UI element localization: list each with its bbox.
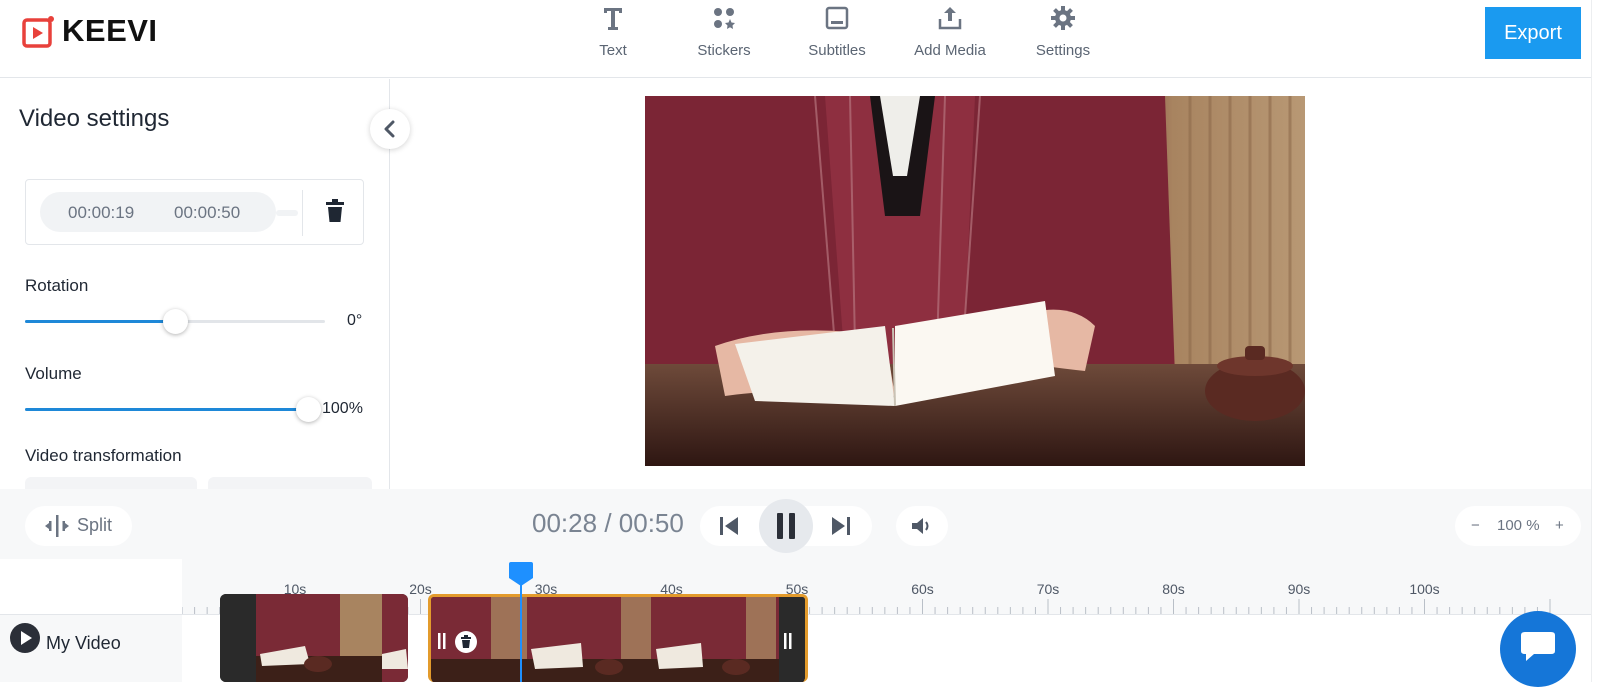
trim-start-time[interactable]: 00:00:19 <box>68 203 134 223</box>
ruler-tick-label: 60s <box>911 581 934 597</box>
video-frame-image <box>645 96 1305 466</box>
chevron-left-icon <box>384 120 395 138</box>
tool-text[interactable]: Text <box>563 4 663 64</box>
top-bar: KEEVI Text Stickers Subtitles Add Media <box>0 0 1600 78</box>
chat-support-button[interactable] <box>1500 611 1576 687</box>
time-separator: / <box>604 508 612 538</box>
total-time: 00:50 <box>618 508 684 538</box>
ruler-tick-label: 100s <box>1409 581 1440 597</box>
gear-icon <box>1051 6 1075 30</box>
upload-icon <box>938 7 962 30</box>
zoom-in-button[interactable]: + <box>1555 517 1564 534</box>
zoom-out-button[interactable]: − <box>1471 517 1480 534</box>
keevi-logo-icon <box>22 16 54 48</box>
rotation-value: 0° <box>347 312 363 329</box>
panel-title: Video settings <box>19 105 170 132</box>
clip-delete-icon[interactable] <box>454 630 478 654</box>
video-transformation-label: Video transformation <box>25 446 182 465</box>
current-time: 00:28 <box>532 508 598 538</box>
trim-end-time[interactable]: 00:00:50 <box>174 203 240 223</box>
split-label: Split <box>77 515 113 535</box>
volume-slider-fill <box>25 408 308 411</box>
trim-range-pill[interactable]: 00:00:19 00:00:50 <box>40 192 276 232</box>
tool-settings-label: Settings <box>1035 42 1091 59</box>
transformation-option[interactable] <box>208 477 372 489</box>
video-preview[interactable] <box>645 96 1305 466</box>
tool-subtitles-label: Subtitles <box>808 42 866 59</box>
pause-button[interactable] <box>759 499 813 553</box>
tool-text-label: Text <box>599 42 627 59</box>
tool-subtitles[interactable]: Subtitles <box>787 4 887 64</box>
text-icon <box>604 8 622 30</box>
tool-add-media-label: Add Media <box>914 42 986 59</box>
track-name: My Video <box>46 633 121 653</box>
stickers-icon <box>714 8 735 29</box>
video-settings-panel: Video settings 00:00:19 00:00:50 Rotatio… <box>0 79 390 489</box>
selected-video-clip[interactable] <box>428 594 808 682</box>
volume-slider[interactable] <box>25 397 321 422</box>
tool-stickers[interactable]: Stickers <box>674 4 774 64</box>
collapse-panel-button[interactable] <box>370 109 410 149</box>
trim-range-box: 00:00:19 00:00:50 <box>25 179 364 245</box>
tool-add-media[interactable]: Add Media <box>900 4 1000 64</box>
clip-end-handle-icon[interactable] <box>783 631 793 651</box>
timeline: 10s 20s 30s 40s 50s 60s 70s 80s 90s 100s My Video <box>0 559 1600 682</box>
rotation-slider-fill <box>25 320 175 323</box>
video-clip[interactable] <box>220 594 408 682</box>
track-header: My Video <box>0 614 182 682</box>
volume-slider-thumb[interactable] <box>296 397 321 422</box>
subtitles-icon <box>825 6 849 30</box>
transformation-option[interactable] <box>25 477 197 489</box>
rotation-slider[interactable] <box>25 309 325 334</box>
trim-divider <box>302 190 303 236</box>
volume-value: 100% <box>322 400 363 417</box>
ruler-tick-label: 70s <box>1036 581 1060 597</box>
tool-settings[interactable]: Settings <box>1013 4 1113 64</box>
skip-forward-icon[interactable] <box>830 515 852 537</box>
playback-timecode: 00:28 / 00:50 <box>532 508 684 539</box>
ruler-tick-label: 90s <box>1287 581 1311 597</box>
export-button[interactable]: Export <box>1485 7 1581 59</box>
speaker-icon <box>912 518 929 534</box>
pause-icon <box>777 513 795 539</box>
playhead-handle[interactable] <box>508 562 534 586</box>
zoom-control: − 100 % + <box>1455 506 1581 546</box>
trash-icon[interactable] <box>322 198 348 226</box>
volume-label: Volume <box>25 364 82 383</box>
ruler-tick-label: 20s <box>409 581 432 597</box>
page-scrollbar[interactable] <box>1591 0 1600 682</box>
zoom-value: 100 % <box>1497 517 1540 534</box>
rotation-slider-thumb[interactable] <box>163 309 188 334</box>
chat-bubble-icon <box>1521 632 1555 661</box>
play-icon <box>21 631 32 645</box>
split-icon <box>45 515 69 537</box>
skip-back-icon[interactable] <box>718 515 740 537</box>
trim-pill-tail <box>276 210 298 216</box>
playback-controls-bar: Split 00:28 / 00:50 − 100 % + <box>0 489 1600 559</box>
rotation-label: Rotation <box>25 276 89 295</box>
mute-button[interactable] <box>896 506 948 546</box>
brand-name: KEEVI <box>62 13 158 48</box>
split-button[interactable]: Split <box>25 506 132 546</box>
track-play-button[interactable] <box>10 623 40 653</box>
clip-thumbnails <box>431 597 805 682</box>
clip-thumbnails <box>220 594 408 682</box>
tool-stickers-label: Stickers <box>697 42 751 59</box>
ruler-tick-label: 80s <box>1162 581 1185 597</box>
clip-start-handle-icon[interactable] <box>437 631 447 651</box>
